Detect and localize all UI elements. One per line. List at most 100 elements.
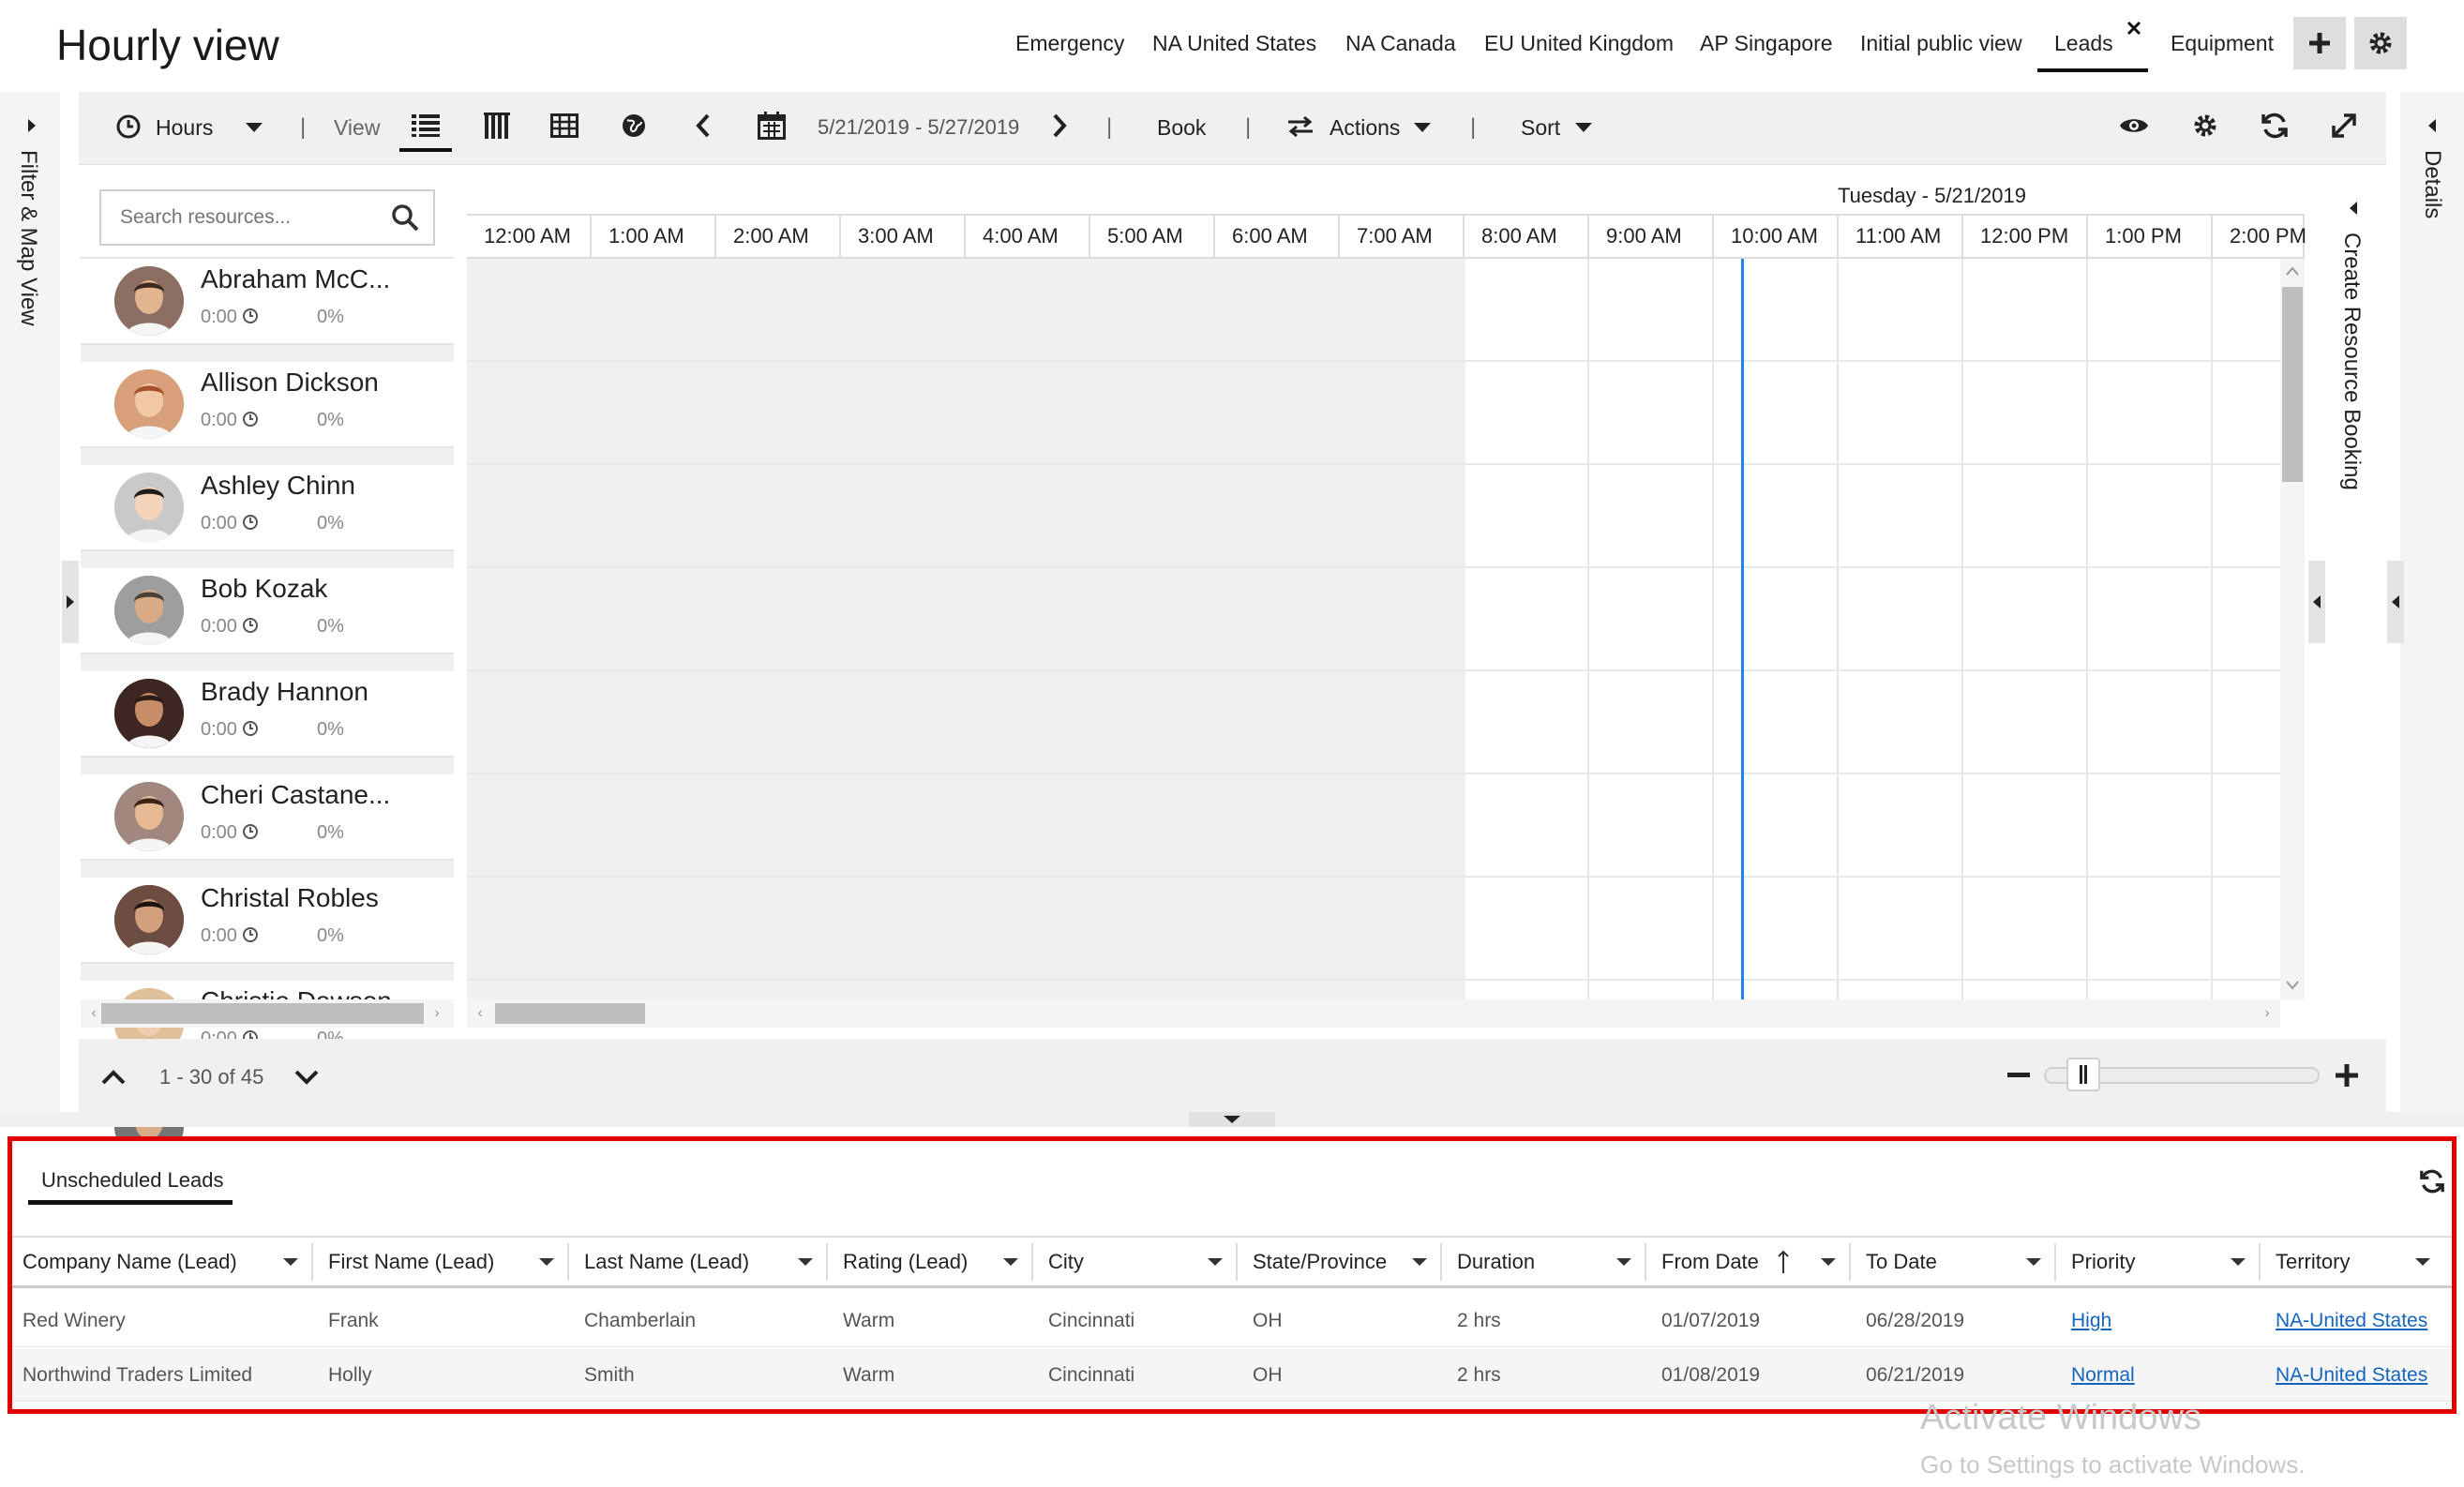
zoom-out-icon[interactable] [2005,1061,2033,1089]
chevron-down-icon[interactable] [1410,116,1435,139]
scroll-up-icon[interactable] [2282,261,2303,281]
tab-na-united-states[interactable]: NA United States [1152,26,1316,60]
close-tab-icon[interactable] [2123,17,2145,39]
tab-ap-singapore[interactable]: AP Singapore [1700,26,1833,60]
column-filter-chevron-icon[interactable] [1399,1236,1440,1288]
previous-icon[interactable] [686,109,720,143]
globe-icon[interactable] [615,109,653,143]
column-header[interactable]: Rating (Lead) [828,1236,968,1288]
expand-icon[interactable] [2325,109,2363,143]
column-header[interactable]: To Date [1851,1236,1937,1288]
tab-eu-united-kingdom[interactable]: EU United Kingdom [1484,26,1674,60]
chevron-down-icon[interactable] [242,116,266,139]
resource-hours: 0:00 [201,307,237,327]
column-header[interactable]: Company Name (Lead) [8,1236,237,1288]
column-filter-chevron-icon[interactable] [526,1236,567,1288]
refresh-icon[interactable] [2417,1166,2447,1196]
calendar-icon[interactable] [754,109,789,143]
vertical-view-icon[interactable] [478,109,516,143]
column-filter-chevron-icon[interactable] [2217,1236,2259,1288]
scroll-left-icon[interactable]: ‹ [86,1003,101,1024]
territory-link[interactable]: NA-United States [2261,1349,2427,1402]
column-header[interactable]: City [1033,1236,1084,1288]
column-header[interactable]: State/Province [1238,1236,1387,1288]
search-icon[interactable] [386,199,424,236]
table-view-icon[interactable] [546,109,583,143]
column-filter-chevron-icon[interactable] [2402,1236,2443,1288]
column-header[interactable]: First Name (Lead) [313,1236,494,1288]
column-filter-chevron-icon[interactable] [990,1236,1031,1288]
chevron-down-icon[interactable] [1571,116,1596,139]
resource-row[interactable]: Brady Hannon 0:00 0% [81,671,454,758]
collapse-panel-handle[interactable] [1189,1112,1275,1127]
column-filter-chevron-icon[interactable] [2013,1236,2054,1288]
table-cell: 2 hrs [1457,1364,1501,1386]
scroll-left-icon[interactable]: ‹ [473,1003,488,1024]
eye-icon[interactable] [2115,109,2153,143]
tab-na-canada[interactable]: NA Canada [1345,26,1456,60]
priority-link[interactable]: High [2056,1295,2111,1347]
expand-left-icon[interactable] [2342,197,2365,219]
details-handle[interactable] [2387,561,2404,643]
zoom-slider-handle[interactable] [2066,1058,2100,1091]
resource-row[interactable]: Abraham McC... 0:00 0% [81,259,454,345]
scroll-right-icon[interactable]: › [429,1003,444,1024]
column-filter-chevron-icon[interactable] [270,1236,311,1288]
details-label[interactable]: Details [2419,150,2445,218]
gear-icon[interactable] [2186,109,2224,143]
book-button[interactable]: Book [1157,113,1206,143]
column-filter-chevron-icon[interactable] [1603,1236,1645,1288]
territory-link[interactable]: NA-United States [2261,1295,2427,1347]
schedule-hscrollbar[interactable] [467,999,2280,1028]
date-range-label[interactable]: 5/21/2019 - 5/27/2019 [818,113,1019,143]
resource-row[interactable]: Christal Robles 0:00 0% [81,878,454,964]
refresh-icon[interactable] [2256,109,2293,143]
resource-name: Bob Kozak [201,574,328,603]
column-header[interactable]: Last Name (Lead) [569,1236,749,1288]
search-input[interactable] [99,189,435,246]
next-icon[interactable] [1043,109,1076,143]
tab-leads[interactable]: Leads [2054,26,2113,60]
resource-row[interactable]: Ashley Chinn 0:00 0% [81,465,454,551]
column-filter-chevron-icon[interactable] [785,1236,826,1288]
collapse-left-handle[interactable] [62,561,79,643]
hours-dropdown[interactable]: Hours [156,113,213,143]
grid-row-line [467,669,2280,671]
scroll-right-icon[interactable]: › [2260,1003,2275,1024]
resource-row[interactable]: Cheri Castane... 0:00 0% [81,774,454,861]
column-header[interactable]: Territory [2261,1236,2350,1288]
column-separator [1031,1243,1033,1281]
settings-button[interactable] [2354,17,2407,69]
tab-initial-public-view[interactable]: Initial public view [1860,26,2022,60]
sort-ascending-icon[interactable] [1772,1249,1795,1275]
column-filter-chevron-icon[interactable] [1808,1236,1849,1288]
add-view-button[interactable] [2293,17,2346,69]
sort-dropdown[interactable]: Sort [1521,113,1560,143]
expand-right-icon[interactable] [21,114,43,137]
expand-left-icon[interactable] [2421,114,2443,137]
tab-equipment[interactable]: Equipment [2171,26,2274,60]
list-view-icon[interactable] [407,109,444,143]
booking-panel-handle[interactable] [2308,561,2325,643]
resource-scroll-thumb[interactable] [101,1003,424,1024]
schedule-hscroll-thumb[interactable] [495,1003,645,1024]
tab-emergency[interactable]: Emergency [1015,26,1124,60]
resource-row[interactable]: Allison Dickson 0:00 0% [81,362,454,448]
priority-link[interactable]: Normal [2056,1349,2135,1402]
column-header[interactable]: From Date [1646,1236,1759,1288]
resource-row[interactable]: Bob Kozak 0:00 0% [81,568,454,654]
tab-unscheduled-leads[interactable]: Unscheduled Leads [41,1166,223,1194]
schedule-vscroll-thumb[interactable] [2282,287,2303,482]
filter-map-view-label[interactable]: Filter & Map View [15,150,41,326]
column-header[interactable]: Priority [2056,1236,2135,1288]
next-page-icon[interactable] [291,1061,323,1093]
table-cell: Cincinnati [1048,1364,1135,1386]
column-filter-chevron-icon[interactable] [1194,1236,1236,1288]
create-resource-booking-label[interactable]: Create Resource Booking [2338,233,2365,490]
previous-page-icon[interactable] [98,1061,129,1093]
hour-header-bottom-border [467,257,2305,259]
zoom-in-icon[interactable] [2333,1061,2361,1089]
actions-dropdown[interactable]: Actions [1330,113,1400,143]
column-header[interactable]: Duration [1442,1236,1535,1288]
scroll-down-icon[interactable] [2282,975,2303,996]
